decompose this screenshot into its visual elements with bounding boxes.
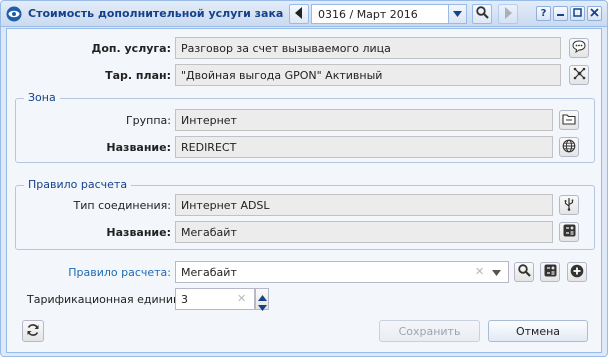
calc-rule-value: Мегабайт	[181, 266, 237, 279]
tariff-plan-label: Тар. план:	[105, 69, 171, 82]
calc-rule-add-button[interactable]	[567, 262, 587, 282]
chevron-down-icon[interactable]	[258, 301, 267, 314]
minimize-icon	[556, 8, 565, 20]
calculator-icon	[544, 264, 557, 280]
zone-legend: Зона	[24, 91, 60, 104]
zone-group-field[interactable]: Интернет	[175, 109, 553, 131]
dialog-body: Доп. услуга: Разговор за счет вызываемог…	[6, 28, 602, 353]
network-icon	[573, 67, 586, 83]
billing-unit-label: Тарификационная единица:	[27, 293, 191, 306]
search-period-button[interactable]	[472, 4, 492, 24]
close-icon	[590, 7, 599, 20]
maximize-icon	[573, 7, 582, 20]
connection-type-field[interactable]: Интернет ADSL	[175, 194, 553, 216]
title-bar[interactable]: Стоимость дополнительной услуги заказн..…	[1, 1, 607, 27]
zone-group-label: Группа:	[125, 114, 171, 127]
calc-rule-calculator-button[interactable]	[540, 262, 560, 282]
usb-icon	[563, 197, 575, 214]
connection-type-label: Тип соединения:	[73, 199, 171, 212]
dialog-window: Стоимость дополнительной услуги заказн..…	[0, 0, 608, 357]
dop-service-label: Доп. услуга:	[91, 42, 171, 55]
search-icon	[475, 6, 489, 22]
search-icon	[517, 264, 531, 280]
arrow-right-icon	[503, 6, 513, 22]
add-circle-icon	[570, 264, 584, 281]
calc-rule-label[interactable]: Правило расчета:	[47, 266, 171, 279]
zone-group-button[interactable]	[559, 110, 579, 130]
calculator-icon	[563, 224, 576, 240]
minimize-button[interactable]	[553, 6, 568, 21]
billing-unit-clear-icon[interactable]: ✕	[237, 292, 246, 305]
help-button[interactable]: ?	[536, 6, 551, 21]
arrow-left-icon	[294, 6, 304, 22]
calc-rule-search-button[interactable]	[514, 262, 534, 282]
calc-rule-combo[interactable]: Мегабайт	[175, 261, 509, 283]
window-title: Стоимость дополнительной услуги заказн..…	[28, 7, 284, 20]
chevron-down-icon[interactable]	[448, 5, 466, 23]
chat-bubble-icon	[572, 40, 586, 56]
cancel-button[interactable]: Отмена	[488, 320, 588, 342]
help-icon: ?	[540, 8, 547, 19]
dop-service-field[interactable]: Разговор за счет вызываемого лица	[175, 37, 561, 59]
calc-rule-clear-icon[interactable]: ✕	[475, 265, 484, 278]
tariff-plan-field[interactable]: "Двойная выгода GPON" Активный	[175, 64, 561, 86]
connection-type-button[interactable]	[559, 195, 579, 215]
close-button[interactable]	[587, 6, 602, 21]
folder-icon	[562, 113, 576, 128]
globe-icon	[562, 139, 576, 156]
save-button[interactable]: Сохранить	[379, 320, 480, 342]
zone-name-button[interactable]	[559, 137, 579, 157]
tariff-plan-button[interactable]	[569, 65, 589, 85]
zone-name-field[interactable]: REDIRECT	[175, 136, 553, 158]
period-select[interactable]: 0316 / Март 2016	[311, 4, 467, 24]
zone-name-label: Название:	[106, 141, 171, 154]
maximize-button[interactable]	[570, 6, 585, 21]
rule-name-label: Название:	[106, 226, 171, 239]
refresh-icon	[26, 323, 40, 340]
rule-name-button[interactable]	[559, 222, 579, 242]
dop-service-button[interactable]	[569, 38, 589, 58]
eye-icon	[6, 6, 22, 22]
rule-legend: Правило расчета	[24, 178, 132, 191]
prev-period-button[interactable]	[289, 4, 309, 24]
billing-unit-value: 3	[181, 293, 188, 306]
refresh-button[interactable]	[22, 320, 44, 342]
period-value: 0316 / Март 2016	[318, 8, 418, 21]
billing-unit-stepper[interactable]	[255, 288, 269, 311]
next-period-button[interactable]	[498, 4, 518, 24]
chevron-down-icon[interactable]	[492, 266, 501, 279]
rule-name-field[interactable]: Мегабайт	[175, 221, 553, 243]
